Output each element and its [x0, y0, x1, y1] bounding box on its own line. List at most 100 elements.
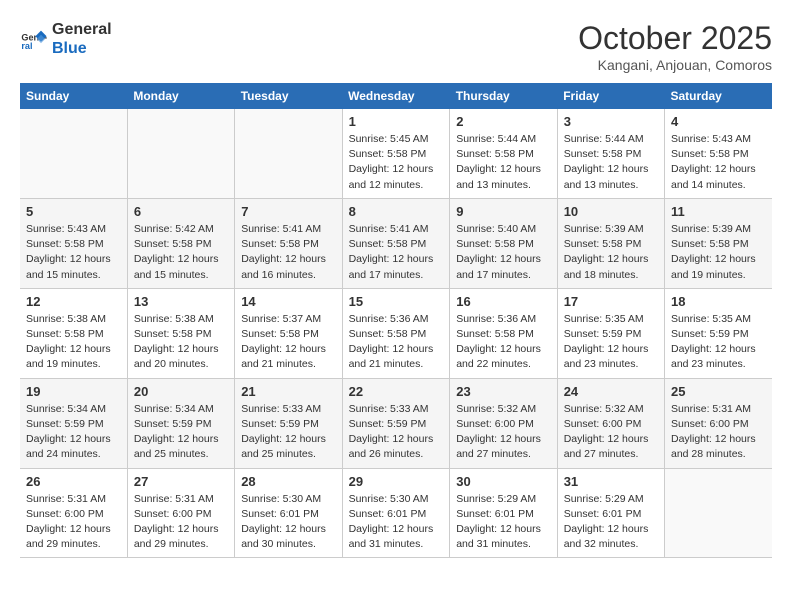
weekday-header-friday: Friday — [557, 83, 664, 109]
calendar-week-1: 1 Sunrise: 5:45 AM Sunset: 5:58 PM Daylig… — [20, 109, 772, 198]
day-info: Sunrise: 5:41 AM Sunset: 5:58 PM Dayligh… — [241, 222, 335, 283]
day-number: 25 — [671, 384, 766, 399]
day-info: Sunrise: 5:32 AM Sunset: 6:00 PM Dayligh… — [564, 402, 658, 463]
calendar-cell: 24 Sunrise: 5:32 AM Sunset: 6:00 PM Dayli… — [557, 378, 664, 468]
day-info: Sunrise: 5:44 AM Sunset: 5:58 PM Dayligh… — [564, 132, 658, 193]
day-number: 22 — [349, 384, 444, 399]
day-info: Sunrise: 5:31 AM Sunset: 6:00 PM Dayligh… — [671, 402, 766, 463]
day-number: 28 — [241, 474, 335, 489]
day-number: 15 — [349, 294, 444, 309]
month-title: October 2025 — [578, 20, 772, 57]
day-number: 7 — [241, 204, 335, 219]
day-info: Sunrise: 5:35 AM Sunset: 5:59 PM Dayligh… — [671, 312, 766, 373]
logo-line2: Blue — [52, 39, 112, 58]
day-number: 14 — [241, 294, 335, 309]
day-number: 8 — [349, 204, 444, 219]
day-number: 5 — [26, 204, 121, 219]
calendar-week-3: 12 Sunrise: 5:38 AM Sunset: 5:58 PM Dayli… — [20, 288, 772, 378]
weekday-header-tuesday: Tuesday — [235, 83, 342, 109]
day-info: Sunrise: 5:38 AM Sunset: 5:58 PM Dayligh… — [134, 312, 228, 373]
day-number: 26 — [26, 474, 121, 489]
day-number: 27 — [134, 474, 228, 489]
logo: Gene- ral General Blue — [20, 20, 112, 58]
day-info: Sunrise: 5:36 AM Sunset: 5:58 PM Dayligh… — [456, 312, 550, 373]
day-info: Sunrise: 5:29 AM Sunset: 6:01 PM Dayligh… — [564, 492, 658, 553]
calendar-cell: 18Sunrise: 5:35 AM Sunset: 5:59 PM Dayli… — [665, 288, 773, 378]
day-info: Sunrise: 5:37 AM Sunset: 5:58 PM Dayligh… — [241, 312, 335, 373]
calendar-cell — [235, 109, 342, 198]
day-number: 10 — [564, 204, 658, 219]
weekday-header-saturday: Saturday — [665, 83, 773, 109]
day-number: 19 — [26, 384, 121, 399]
day-info: Sunrise: 5:43 AM Sunset: 5:58 PM Dayligh… — [26, 222, 121, 283]
day-info: Sunrise: 5:38 AM Sunset: 5:58 PM Dayligh… — [26, 312, 121, 373]
day-info: Sunrise: 5:36 AM Sunset: 5:58 PM Dayligh… — [349, 312, 444, 373]
calendar-cell: 17Sunrise: 5:35 AM Sunset: 5:59 PM Dayli… — [557, 288, 664, 378]
calendar-cell: 10 Sunrise: 5:39 AM Sunset: 5:58 PM Dayli… — [557, 198, 664, 288]
day-number: 24 — [564, 384, 658, 399]
day-number: 12 — [26, 294, 121, 309]
day-info: Sunrise: 5:43 AM Sunset: 5:58 PM Dayligh… — [671, 132, 766, 193]
day-info: Sunrise: 5:31 AM Sunset: 6:00 PM Dayligh… — [134, 492, 228, 553]
page-header: Gene- ral General Blue October 2025 Kang… — [20, 20, 772, 73]
calendar-cell: 14 Sunrise: 5:37 AM Sunset: 5:58 PM Dayli… — [235, 288, 342, 378]
calendar-cell — [665, 468, 773, 558]
day-number: 29 — [349, 474, 444, 489]
day-info: Sunrise: 5:40 AM Sunset: 5:58 PM Dayligh… — [456, 222, 550, 283]
day-info: Sunrise: 5:39 AM Sunset: 5:58 PM Dayligh… — [564, 222, 658, 283]
calendar-cell: 11 Sunrise: 5:39 AM Sunset: 5:58 PM Dayli… — [665, 198, 773, 288]
calendar-cell: 8Sunrise: 5:41 AM Sunset: 5:58 PM Daylig… — [342, 198, 450, 288]
calendar-cell: 1 Sunrise: 5:45 AM Sunset: 5:58 PM Daylig… — [342, 109, 450, 198]
day-info: Sunrise: 5:34 AM Sunset: 5:59 PM Dayligh… — [134, 402, 228, 463]
day-number: 1 — [349, 114, 444, 129]
calendar-cell: 23 Sunrise: 5:32 AM Sunset: 6:00 PM Dayli… — [450, 378, 557, 468]
day-number: 11 — [671, 204, 766, 219]
day-info: Sunrise: 5:33 AM Sunset: 5:59 PM Dayligh… — [349, 402, 444, 463]
day-info: Sunrise: 5:45 AM Sunset: 5:58 PM Dayligh… — [349, 132, 444, 193]
calendar-cell: 30 Sunrise: 5:29 AM Sunset: 6:01 PM Dayli… — [450, 468, 557, 558]
calendar-week-4: 19 Sunrise: 5:34 AM Sunset: 5:59 PM Dayli… — [20, 378, 772, 468]
day-info: Sunrise: 5:31 AM Sunset: 6:00 PM Dayligh… — [26, 492, 121, 553]
weekday-header-monday: Monday — [127, 83, 234, 109]
calendar-cell: 4Sunrise: 5:43 AM Sunset: 5:58 PM Daylig… — [665, 109, 773, 198]
day-info: Sunrise: 5:33 AM Sunset: 5:59 PM Dayligh… — [241, 402, 335, 463]
calendar-table: SundayMondayTuesdayWednesdayThursdayFrid… — [20, 83, 772, 558]
calendar-cell: 9Sunrise: 5:40 AM Sunset: 5:58 PM Daylig… — [450, 198, 557, 288]
calendar-cell — [127, 109, 234, 198]
calendar-cell: 28 Sunrise: 5:30 AM Sunset: 6:01 PM Dayli… — [235, 468, 342, 558]
day-info: Sunrise: 5:39 AM Sunset: 5:58 PM Dayligh… — [671, 222, 766, 283]
title-block: October 2025 Kangani, Anjouan, Comoros — [578, 20, 772, 73]
calendar-body: 1 Sunrise: 5:45 AM Sunset: 5:58 PM Daylig… — [20, 109, 772, 558]
day-number: 21 — [241, 384, 335, 399]
weekday-header-wednesday: Wednesday — [342, 83, 450, 109]
day-number: 2 — [456, 114, 550, 129]
day-info: Sunrise: 5:32 AM Sunset: 6:00 PM Dayligh… — [456, 402, 550, 463]
day-number: 31 — [564, 474, 658, 489]
calendar-cell: 25 Sunrise: 5:31 AM Sunset: 6:00 PM Dayli… — [665, 378, 773, 468]
logo-icon: Gene- ral — [20, 25, 48, 53]
calendar-cell: 3 Sunrise: 5:44 AM Sunset: 5:58 PM Daylig… — [557, 109, 664, 198]
calendar-cell — [20, 109, 127, 198]
calendar-cell: 16 Sunrise: 5:36 AM Sunset: 5:58 PM Dayli… — [450, 288, 557, 378]
day-info: Sunrise: 5:35 AM Sunset: 5:59 PM Dayligh… — [564, 312, 658, 373]
calendar-week-2: 5 Sunrise: 5:43 AM Sunset: 5:58 PM Daylig… — [20, 198, 772, 288]
day-number: 30 — [456, 474, 550, 489]
calendar-cell: 19 Sunrise: 5:34 AM Sunset: 5:59 PM Dayli… — [20, 378, 127, 468]
calendar-cell: 5 Sunrise: 5:43 AM Sunset: 5:58 PM Daylig… — [20, 198, 127, 288]
day-number: 16 — [456, 294, 550, 309]
calendar-cell: 15 Sunrise: 5:36 AM Sunset: 5:58 PM Dayli… — [342, 288, 450, 378]
day-info: Sunrise: 5:44 AM Sunset: 5:58 PM Dayligh… — [456, 132, 550, 193]
calendar-cell: 31 Sunrise: 5:29 AM Sunset: 6:01 PM Dayli… — [557, 468, 664, 558]
day-number: 20 — [134, 384, 228, 399]
day-info: Sunrise: 5:29 AM Sunset: 6:01 PM Dayligh… — [456, 492, 550, 553]
day-number: 3 — [564, 114, 658, 129]
weekday-header-sunday: Sunday — [20, 83, 127, 109]
logo-line1: General — [52, 20, 112, 39]
day-number: 23 — [456, 384, 550, 399]
day-info: Sunrise: 5:30 AM Sunset: 6:01 PM Dayligh… — [241, 492, 335, 553]
day-number: 6 — [134, 204, 228, 219]
day-info: Sunrise: 5:42 AM Sunset: 5:58 PM Dayligh… — [134, 222, 228, 283]
day-info: Sunrise: 5:34 AM Sunset: 5:59 PM Dayligh… — [26, 402, 121, 463]
calendar-cell: 22 Sunrise: 5:33 AM Sunset: 5:59 PM Dayli… — [342, 378, 450, 468]
calendar-cell: 21 Sunrise: 5:33 AM Sunset: 5:59 PM Dayli… — [235, 378, 342, 468]
